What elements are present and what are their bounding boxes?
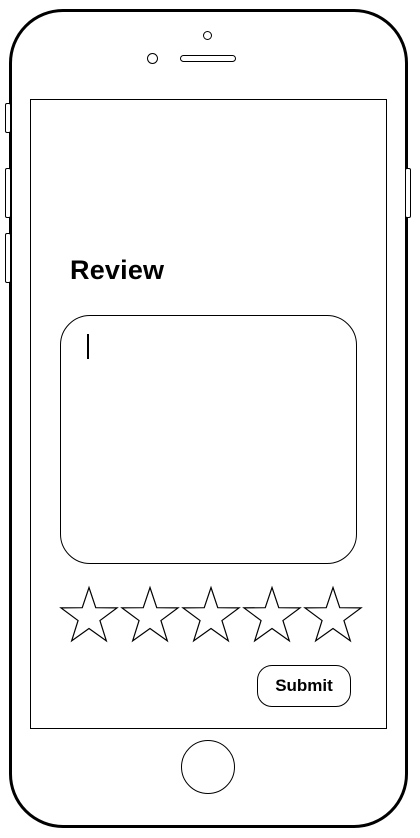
- star-outline-icon[interactable]: [59, 585, 119, 643]
- review-text-input[interactable]: [60, 315, 357, 564]
- volume-down-button: [5, 233, 11, 283]
- text-cursor: [87, 334, 89, 359]
- silent-switch: [5, 103, 11, 133]
- volume-up-button: [5, 168, 11, 218]
- star-rating-svg: [59, 585, 363, 643]
- page-title: Review: [70, 255, 165, 285]
- earpiece-speaker: [180, 55, 236, 62]
- app-screen: Review Submit: [30, 99, 387, 729]
- star-outline-icon[interactable]: [303, 585, 363, 643]
- power-button: [405, 168, 411, 218]
- star-outline-icon[interactable]: [181, 585, 241, 643]
- proximity-sensor: [203, 31, 212, 40]
- star-outline-icon[interactable]: [120, 585, 180, 643]
- submit-button[interactable]: Submit: [257, 665, 351, 707]
- star-outline-icon[interactable]: [242, 585, 302, 643]
- home-button[interactable]: [181, 740, 235, 794]
- front-camera-icon: [147, 53, 158, 64]
- star-rating[interactable]: [57, 585, 363, 647]
